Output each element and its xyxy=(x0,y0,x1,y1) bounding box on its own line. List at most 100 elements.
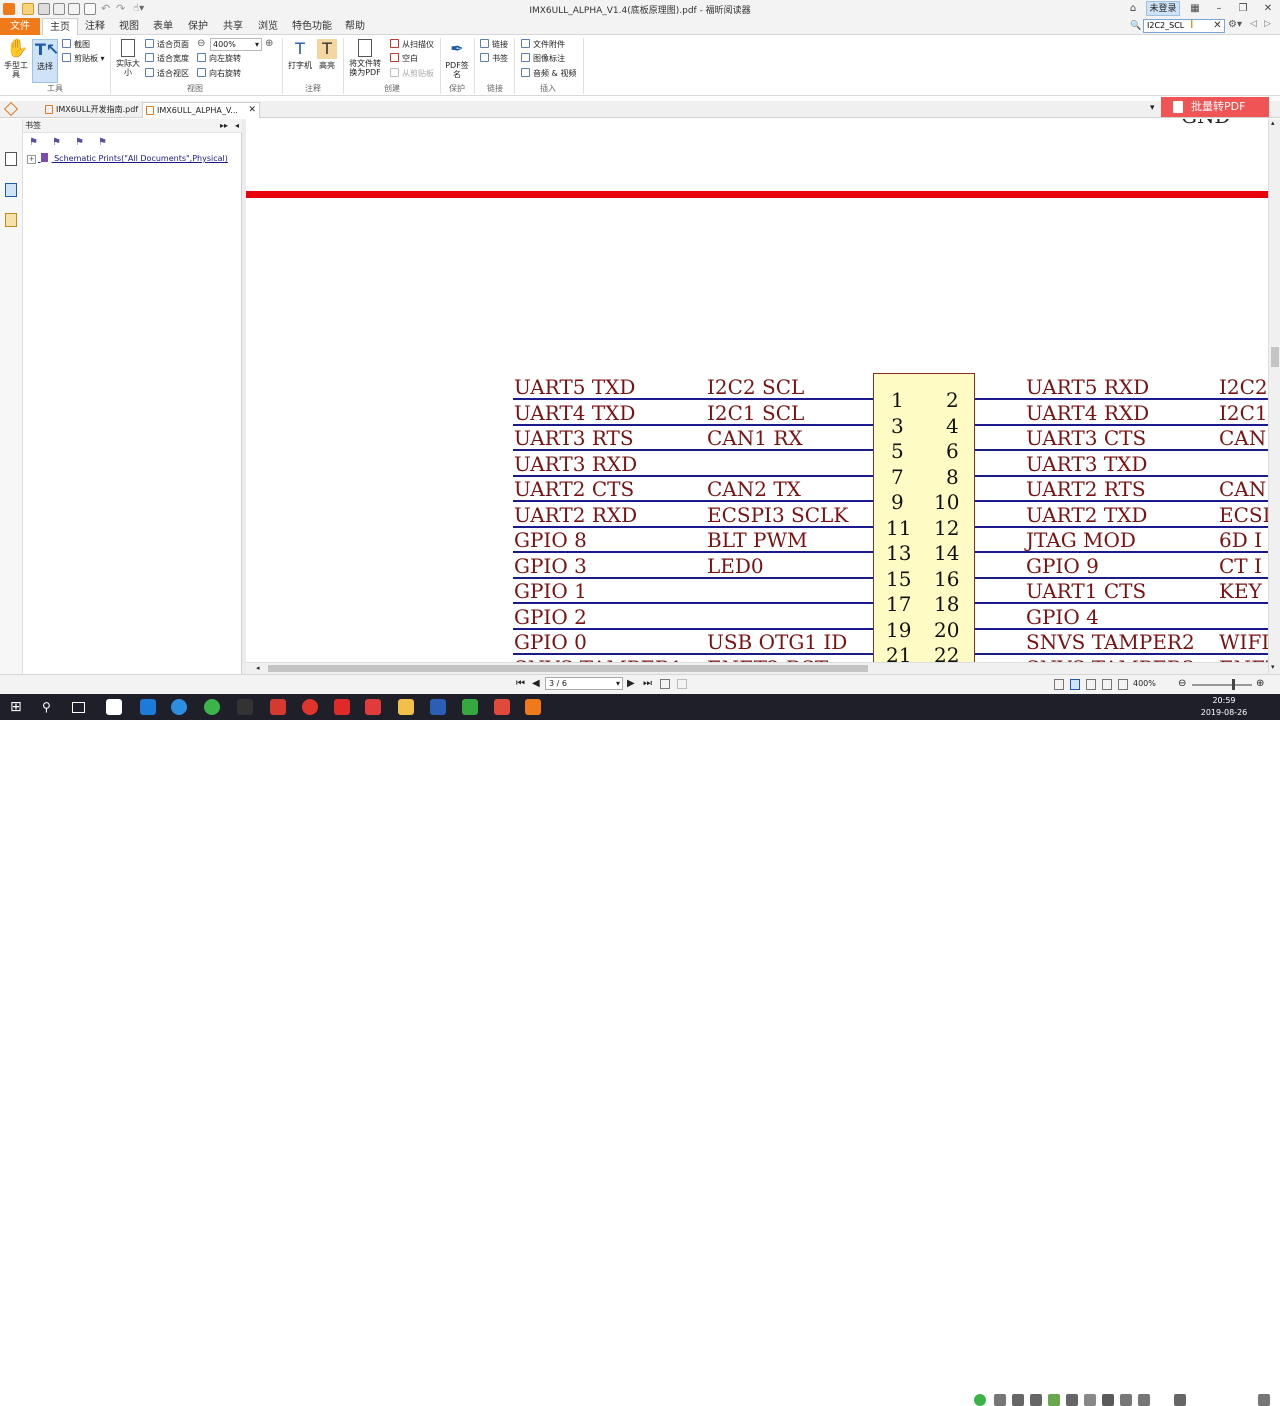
zoom-level[interactable]: 400% xyxy=(1133,679,1156,688)
menu-home[interactable]: 主页 xyxy=(42,18,78,36)
continuous-page-icon[interactable] xyxy=(1070,679,1080,690)
ide-red-icon[interactable] xyxy=(494,699,510,715)
zoom-slider-thumb[interactable] xyxy=(1232,679,1235,690)
rotate-left-button[interactable]: 向左旋转 xyxy=(197,52,241,65)
pet-app-icon[interactable] xyxy=(237,699,253,715)
blank-button[interactable]: 空白 xyxy=(390,52,418,65)
tray-icon-3[interactable] xyxy=(1012,1394,1024,1406)
from-clipboard-button[interactable]: 从剪贴板 xyxy=(390,67,434,80)
skin-icon[interactable]: ⌂ xyxy=(1124,1,1142,17)
menu-browse[interactable]: 浏览 xyxy=(253,18,283,35)
two-page-icon[interactable] xyxy=(660,679,670,689)
fit-page-button[interactable]: 适合页面 xyxy=(145,38,189,51)
tab-imx6ull-guide[interactable]: IMX6ULL开发指南.pdf xyxy=(42,102,140,118)
scroll-down-icon[interactable]: ▾ xyxy=(1271,663,1275,671)
pages-panel-icon[interactable] xyxy=(5,183,17,197)
next-page-icon[interactable]: ▶ xyxy=(627,678,635,689)
document-view[interactable]: GND UART5 TXD I2C2 SCL UART5 RXD I2C2 UART4 … xyxy=(246,119,1268,662)
menu-share[interactable]: 共享 xyxy=(218,18,248,35)
scroll-up-icon[interactable]: ▴ xyxy=(1271,119,1275,127)
netease-icon[interactable] xyxy=(302,699,318,715)
image-annotation-button[interactable]: 图像标注 xyxy=(521,52,565,65)
fit-visible-button[interactable]: 适合视区 xyxy=(145,67,189,80)
tab-imx6ull-alpha[interactable]: IMX6ULL_ALPHA_V... ✕ xyxy=(142,102,260,118)
expand-plus-icon[interactable]: + xyxy=(27,155,36,164)
expand-bookmark-icon[interactable]: ⚑ xyxy=(29,137,41,149)
close-window-button[interactable]: ✕ xyxy=(1259,1,1277,17)
bookmark-item[interactable]: + Schematic Prints("All Documents",Physi… xyxy=(27,153,228,164)
tray-icon-10[interactable] xyxy=(1174,1394,1186,1406)
horizontal-scrollbar[interactable]: ◂ xyxy=(246,662,1268,674)
zoom-in-status-icon[interactable]: ⊕ xyxy=(1256,678,1264,689)
word-icon[interactable] xyxy=(430,699,446,715)
zoom-out-status-icon[interactable]: ⊖ xyxy=(1178,678,1186,689)
menu-comment[interactable]: 注释 xyxy=(80,18,110,35)
zoom-in-icon[interactable]: ⊕ xyxy=(265,38,273,49)
tray-icon-7[interactable] xyxy=(1084,1394,1096,1406)
add-bookmark-icon[interactable]: ⚑ xyxy=(52,137,64,149)
continuous-icon[interactable] xyxy=(677,679,687,689)
clock-time[interactable]: 20:59 xyxy=(1203,696,1245,705)
prev-page-icon[interactable]: ◀ xyxy=(532,678,540,689)
h-scroll-thumb[interactable] xyxy=(268,665,868,672)
apps-grid-icon[interactable]: ▦ xyxy=(1186,1,1204,17)
scroll-left-icon[interactable]: ◂ xyxy=(256,664,260,672)
menu-features[interactable]: 特色功能 xyxy=(288,18,336,35)
zoom-select[interactable]: 400% ▾ xyxy=(210,38,262,51)
delete-bookmark-icon[interactable]: ⚑ xyxy=(75,137,87,149)
highlight-button[interactable]: T 高亮 xyxy=(314,39,340,70)
notification-icon[interactable] xyxy=(1258,1394,1270,1406)
first-page-icon[interactable]: ⏮ xyxy=(516,678,525,689)
bookmark-options-icon[interactable]: ⚑ xyxy=(98,137,110,149)
convert-to-pdf-button[interactable]: 将文件转换为PDF xyxy=(347,39,383,77)
link-button[interactable]: 链接 xyxy=(480,38,508,51)
select-tool-button[interactable]: T↖ 选择 xyxy=(32,39,59,83)
tray-icon-4[interactable] xyxy=(1030,1394,1042,1406)
panel-options-icon[interactable]: ▸▸ xyxy=(220,119,228,133)
vertical-scrollbar[interactable]: ▴ ▾ xyxy=(1268,119,1280,674)
pdf-sign-button[interactable]: ✒ PDF签名 xyxy=(444,39,470,79)
ide-green-icon[interactable] xyxy=(462,699,478,715)
green-app-icon[interactable] xyxy=(204,699,220,715)
bookmark-button[interactable]: 书签 xyxy=(480,52,508,65)
fullscreen-icon[interactable] xyxy=(1118,679,1128,690)
minimize-button[interactable]: – xyxy=(1210,1,1228,17)
tray-audio-icon[interactable] xyxy=(994,1394,1006,1406)
menu-file[interactable]: 文件 xyxy=(0,18,40,35)
panel-collapse-icon[interactable]: ◂ xyxy=(235,119,239,133)
batch-convert-pdf-button[interactable]: 批量转PDF xyxy=(1161,97,1269,117)
scroll-thumb[interactable] xyxy=(1271,347,1279,367)
folder-icon[interactable] xyxy=(398,699,414,715)
windows-start-icon[interactable]: ⊞ xyxy=(10,699,26,715)
typewriter-button[interactable]: T 打字机 xyxy=(287,39,313,70)
audio-video-button[interactable]: 音频 & 视频 xyxy=(521,67,576,80)
tray-icon-5[interactable] xyxy=(1048,1394,1060,1406)
layers-panel-icon[interactable] xyxy=(5,213,17,227)
task-view-icon[interactable] xyxy=(72,702,85,713)
continuous-facing-icon[interactable] xyxy=(1102,679,1112,690)
search-task-icon[interactable]: ⚲ xyxy=(42,699,58,715)
actual-size-button[interactable]: 实际大小 xyxy=(115,39,141,77)
rotate-right-button[interactable]: 向右旋转 xyxy=(197,67,241,80)
single-page-icon[interactable] xyxy=(1054,679,1064,690)
nav-forward-icon[interactable]: ▷ xyxy=(1264,19,1271,29)
login-button[interactable]: 未登录 xyxy=(1146,1,1180,16)
fit-width-button[interactable]: 适合宽度 xyxy=(145,52,189,65)
volume-icon[interactable] xyxy=(1138,1394,1150,1406)
file-attachment-button[interactable]: 文件附件 xyxy=(521,38,565,51)
camera-app-icon[interactable] xyxy=(106,699,122,715)
tray-icon-6[interactable] xyxy=(1066,1394,1078,1406)
search-clear-icon[interactable]: ✕ xyxy=(1212,19,1223,33)
restore-button[interactable]: ❐ xyxy=(1234,1,1252,17)
zoom-slider-track[interactable] xyxy=(1192,684,1252,686)
bookmarks-panel-icon[interactable] xyxy=(5,152,17,166)
foxit-reader-icon[interactable] xyxy=(525,699,541,715)
page-number-input[interactable]: 3 / 6 ▾ xyxy=(545,677,623,690)
ime-icon[interactable]: 中 xyxy=(1156,1394,1168,1406)
menu-form[interactable]: 表单 xyxy=(148,18,178,35)
tab-close-icon[interactable]: ✕ xyxy=(248,103,256,118)
media-app-icon[interactable] xyxy=(334,699,350,715)
hand-tool-button[interactable]: ✋ 手型工具 xyxy=(3,39,29,80)
from-scanner-button[interactable]: 从扫描仪 xyxy=(390,38,434,51)
nav-back-icon[interactable]: ◁ xyxy=(1250,19,1257,29)
